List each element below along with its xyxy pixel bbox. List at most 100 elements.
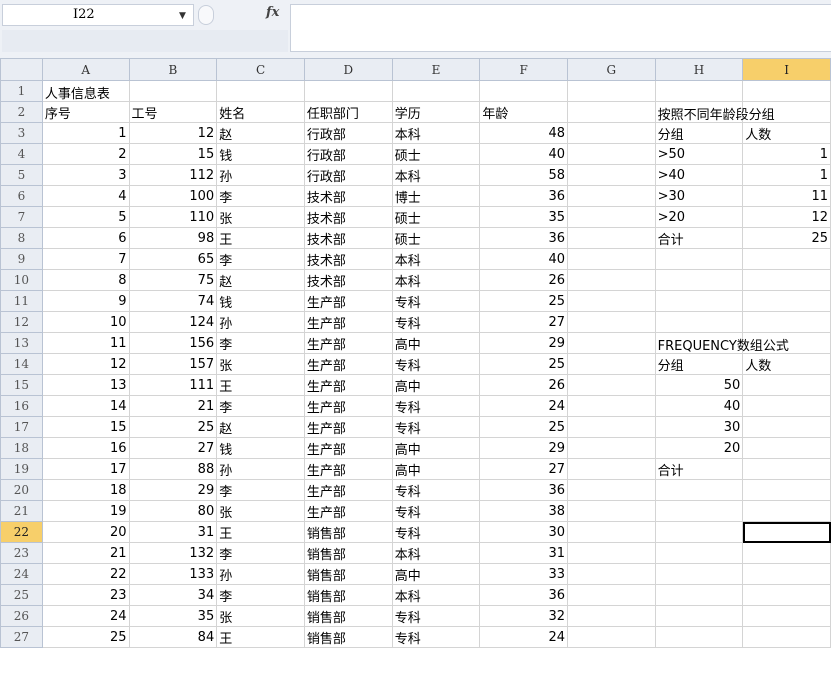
row-header[interactable]: 18 — [0, 437, 43, 459]
cell-h24[interactable] — [654, 563, 744, 585]
cell-h22[interactable] — [654, 521, 744, 543]
cell-f18[interactable]: 29 — [479, 437, 569, 459]
cell-f11[interactable]: 25 — [479, 290, 569, 312]
cell-h1[interactable] — [654, 80, 744, 102]
cell-e2[interactable]: 学历 — [391, 101, 481, 123]
cell-a1[interactable]: 人事信息表 — [41, 80, 130, 102]
cell-g6[interactable] — [567, 185, 656, 207]
cell-c1[interactable] — [216, 80, 305, 102]
cell-b2[interactable]: 工号 — [128, 101, 218, 123]
cell-e15[interactable]: 高中 — [391, 374, 481, 396]
row-header[interactable]: 7 — [0, 206, 43, 228]
cell-e18[interactable]: 高中 — [391, 437, 481, 459]
cell-i5[interactable]: 1 — [742, 164, 831, 186]
cell-a20[interactable]: 18 — [41, 479, 130, 501]
cell-a27[interactable]: 25 — [41, 626, 130, 648]
cell-e25[interactable]: 本科 — [391, 584, 481, 606]
cell-d13[interactable]: 生产部 — [303, 332, 393, 354]
cell-g26[interactable] — [567, 605, 656, 627]
cell-h2[interactable]: 按照不同年龄段分组 — [654, 101, 775, 123]
row-header[interactable]: 3 — [0, 122, 43, 144]
cell-c7[interactable]: 张 — [216, 206, 305, 228]
cell-e10[interactable]: 本科 — [391, 269, 481, 291]
cell-g12[interactable] — [567, 311, 656, 333]
cell-h25[interactable] — [654, 584, 744, 606]
row-header[interactable]: 10 — [0, 269, 43, 291]
row-header[interactable]: 21 — [0, 500, 43, 522]
cell-d22[interactable]: 销售部 — [303, 521, 393, 543]
cell-d2[interactable]: 任职部门 — [303, 101, 393, 123]
cell-f22[interactable]: 30 — [479, 521, 569, 543]
cell-f25[interactable]: 36 — [479, 584, 569, 606]
cell-g22[interactable] — [567, 521, 656, 543]
cell-g2[interactable] — [567, 101, 656, 123]
cell-c3[interactable]: 赵 — [216, 122, 305, 144]
cell-f12[interactable]: 27 — [479, 311, 569, 333]
cell-h15[interactable]: 50 — [654, 374, 744, 396]
row-header[interactable]: 25 — [0, 584, 43, 606]
cell-b21[interactable]: 80 — [128, 500, 218, 522]
cell-g15[interactable] — [567, 374, 656, 396]
cell-e3[interactable]: 本科 — [391, 122, 481, 144]
cell-b4[interactable]: 15 — [128, 143, 218, 165]
cell-b18[interactable]: 27 — [128, 437, 218, 459]
cell-b15[interactable]: 111 — [128, 374, 218, 396]
cell-b20[interactable]: 29 — [128, 479, 218, 501]
cell-f4[interactable]: 40 — [479, 143, 569, 165]
cell-i14[interactable]: 人数 — [742, 353, 831, 375]
cell-c11[interactable]: 钱 — [216, 290, 305, 312]
cell-e16[interactable]: 专科 — [391, 395, 481, 417]
cell-b26[interactable]: 35 — [128, 605, 218, 627]
cell-d5[interactable]: 行政部 — [303, 164, 393, 186]
cell-f26[interactable]: 32 — [479, 605, 569, 627]
cell-h9[interactable] — [654, 248, 744, 270]
cell-i23[interactable] — [742, 542, 831, 564]
column-header-d[interactable]: D — [303, 58, 393, 81]
cell-b17[interactable]: 25 — [128, 416, 218, 438]
cell-f5[interactable]: 58 — [479, 164, 569, 186]
cell-b22[interactable]: 31 — [128, 521, 218, 543]
cell-i10[interactable] — [742, 269, 831, 291]
cell-c10[interactable]: 赵 — [216, 269, 305, 291]
row-header[interactable]: 20 — [0, 479, 43, 501]
cell-h27[interactable] — [654, 626, 744, 648]
cell-i24[interactable] — [742, 563, 831, 585]
cell-e5[interactable]: 本科 — [391, 164, 481, 186]
cell-g7[interactable] — [567, 206, 656, 228]
cell-d6[interactable]: 技术部 — [303, 185, 393, 207]
cell-c24[interactable]: 孙 — [216, 563, 305, 585]
cell-h8[interactable]: 合计 — [654, 227, 744, 249]
cell-b6[interactable]: 100 — [128, 185, 218, 207]
cell-i18[interactable] — [742, 437, 831, 459]
cell-e13[interactable]: 高中 — [391, 332, 481, 354]
cell-g27[interactable] — [567, 626, 656, 648]
cell-f10[interactable]: 26 — [479, 269, 569, 291]
cell-h6[interactable]: >30 — [654, 185, 744, 207]
cell-i3[interactable]: 人数 — [742, 122, 831, 144]
row-header[interactable]: 2 — [0, 101, 43, 123]
cell-g18[interactable] — [567, 437, 656, 459]
cell-c15[interactable]: 王 — [216, 374, 305, 396]
cell-d9[interactable]: 技术部 — [303, 248, 393, 270]
cell-a4[interactable]: 2 — [41, 143, 130, 165]
cell-e6[interactable]: 博士 — [391, 185, 481, 207]
cell-a9[interactable]: 7 — [41, 248, 130, 270]
cell-g19[interactable] — [567, 458, 656, 480]
column-header-e[interactable]: E — [391, 58, 481, 81]
cell-b16[interactable]: 21 — [128, 395, 218, 417]
row-header[interactable]: 26 — [0, 605, 43, 627]
cell-e1[interactable] — [391, 80, 481, 102]
cell-a11[interactable]: 9 — [41, 290, 130, 312]
cell-f14[interactable]: 25 — [479, 353, 569, 375]
cell-i16[interactable] — [742, 395, 831, 417]
cell-b9[interactable]: 65 — [128, 248, 218, 270]
cell-e19[interactable]: 高中 — [391, 458, 481, 480]
cell-c26[interactable]: 张 — [216, 605, 305, 627]
cell-d16[interactable]: 生产部 — [303, 395, 393, 417]
cell-i17[interactable] — [742, 416, 831, 438]
cell-d21[interactable]: 生产部 — [303, 500, 393, 522]
cell-d27[interactable]: 销售部 — [303, 626, 393, 648]
cell-e8[interactable]: 硕士 — [391, 227, 481, 249]
cell-f19[interactable]: 27 — [479, 458, 569, 480]
cell-h14[interactable]: 分组 — [654, 353, 744, 375]
